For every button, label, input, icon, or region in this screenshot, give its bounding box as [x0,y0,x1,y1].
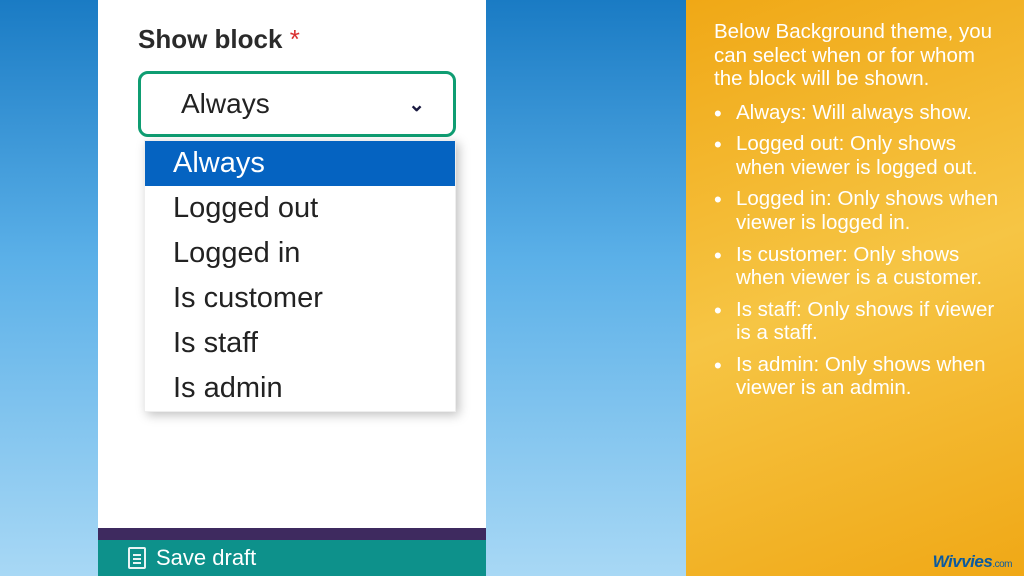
help-bullet: Always: Will always show. [714,101,1000,125]
chevron-down-icon: ⌄ [408,92,425,117]
brand-logo: Wivvies.com [933,552,1012,572]
label-text: Show block [138,24,282,54]
file-icon [128,547,146,569]
help-bullet: Is staff: Only shows if viewer is a staf… [714,298,1000,345]
help-bullet: Logged out: Only shows when viewer is lo… [714,132,1000,179]
show-block-field: Show block * Always ⌄ Always Logged out … [98,0,486,412]
dropdown-option-logged-in[interactable]: Logged in [145,231,455,276]
show-block-dropdown: Always Logged out Logged in Is customer … [144,140,456,412]
divider-bar [98,528,486,540]
help-bullet-list: Always: Will always show. Logged out: On… [714,101,1000,400]
dropdown-option-always[interactable]: Always [145,141,455,186]
bottom-bar: Save draft [98,528,486,576]
brand-name: Wivvies [933,552,993,571]
required-asterisk: * [290,24,300,54]
save-draft-button[interactable]: Save draft [98,540,486,576]
help-bullet: Is customer: Only shows when viewer is a… [714,243,1000,290]
help-panel: Below Background theme, you can select w… [686,0,1024,576]
select-value: Always [181,88,270,120]
save-draft-label: Save draft [156,545,256,571]
field-label: Show block * [138,24,456,55]
help-intro: Below Background theme, you can select w… [714,20,1000,91]
form-panel: Show block * Always ⌄ Always Logged out … [98,0,486,576]
help-bullet: Is admin: Only shows when viewer is an a… [714,353,1000,400]
dropdown-option-logged-out[interactable]: Logged out [145,186,455,231]
help-bullet: Logged in: Only shows when viewer is log… [714,187,1000,234]
brand-suffix: .com [992,559,1012,570]
dropdown-option-is-admin[interactable]: Is admin [145,366,455,411]
dropdown-option-is-staff[interactable]: Is staff [145,321,455,366]
dropdown-option-is-customer[interactable]: Is customer [145,276,455,321]
show-block-select[interactable]: Always ⌄ [138,71,456,137]
